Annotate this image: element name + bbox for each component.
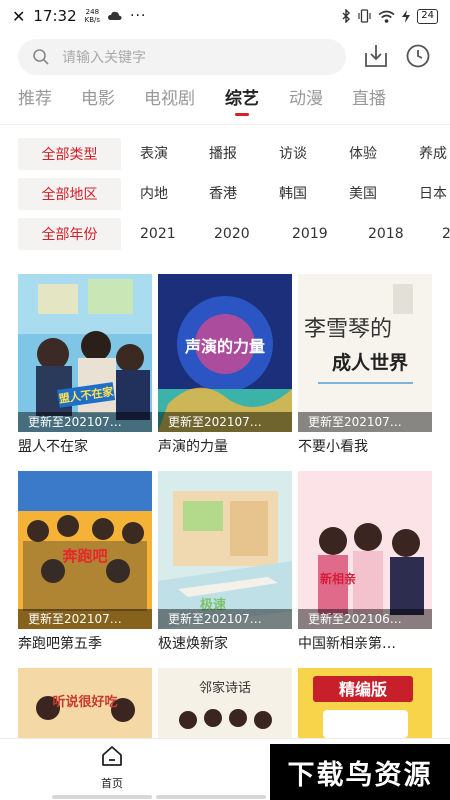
filter-option[interactable]: 韩国 xyxy=(279,178,307,210)
search-icon xyxy=(33,49,49,65)
divider xyxy=(0,124,450,125)
tab-variety[interactable]: 综艺 xyxy=(225,86,259,112)
update-status: 更新至202107… xyxy=(158,609,292,629)
filter-option[interactable]: 2020 xyxy=(214,218,250,250)
filter-option[interactable]: 日本 xyxy=(419,178,447,210)
close-icon[interactable]: ✕ xyxy=(12,7,25,26)
poster-title-line1: 李雪琴的 xyxy=(304,317,392,342)
update-status: 更新至202107… xyxy=(158,412,292,432)
wifi-icon xyxy=(378,10,395,23)
poster-image: 盟人不在家 更新至202107… xyxy=(18,274,152,432)
filter-option[interactable]: 2021 xyxy=(140,218,176,250)
scroll-indicator xyxy=(52,795,152,799)
update-status: 更新至202107… xyxy=(298,412,432,432)
poster-title-text: 新相亲 xyxy=(320,571,356,586)
filter-option[interactable]: 播报 xyxy=(209,138,237,170)
poster-image: 极速 更新至202107… xyxy=(158,471,292,629)
poster-image: 声演的力量 更新至202107… xyxy=(158,274,292,432)
poster-image: 精编版 xyxy=(298,668,432,738)
filter-option[interactable]: 访谈 xyxy=(279,138,307,170)
vibrate-icon xyxy=(358,9,371,23)
filter-row-year: 全部年份 2021 2020 2019 2018 2 xyxy=(0,218,450,250)
poster-image: 奔跑吧 更新至202107… xyxy=(18,471,152,629)
watermark-logo: 下载鸟资源 xyxy=(270,744,450,800)
tab-tv-series[interactable]: 电视剧 xyxy=(144,86,195,112)
download-icon[interactable] xyxy=(363,43,389,69)
filter-option[interactable]: 美国 xyxy=(349,178,377,210)
network-speed-unit: KB/s xyxy=(84,16,101,24)
status-time: 17:32 xyxy=(33,7,77,25)
filter-option[interactable]: 2019 xyxy=(292,218,328,250)
battery-indicator: 24 xyxy=(417,8,438,24)
search-placeholder: 请输入关键字 xyxy=(62,50,146,66)
status-bar: ✕ 17:32 248 KB/s ··· 24 xyxy=(0,0,450,32)
filter-all-types[interactable]: 全部类型 xyxy=(18,138,121,170)
filter-option[interactable]: 体验 xyxy=(349,138,377,170)
poster-image: 李雪琴的 成人世界 更新至202107… xyxy=(298,274,432,432)
update-status: 更新至202106… xyxy=(298,609,432,629)
bluetooth-icon xyxy=(342,9,351,23)
network-speed: 248 KB/s xyxy=(85,8,100,24)
filter-row-region: 全部地区 内地 香港 韩国 美国 日本 xyxy=(0,178,450,210)
tab-movie[interactable]: 电影 xyxy=(81,86,115,112)
poster-image: 听说很好吃 xyxy=(18,668,152,738)
filter-option[interactable]: 表演 xyxy=(140,138,168,170)
home-icon xyxy=(102,746,122,766)
scroll-indicator xyxy=(156,795,266,799)
category-tabs: 推荐 电影 电视剧 综艺 动漫 直播 xyxy=(0,86,450,122)
poster-title-text: 声演的力量 xyxy=(184,337,265,356)
network-speed-value: 248 xyxy=(85,8,100,16)
nav-home-label: 首页 xyxy=(101,777,123,790)
poster-title-text: 听说很好吃 xyxy=(52,694,117,710)
poster-title-text: 精编版 xyxy=(339,680,387,699)
filter-option[interactable]: 养成 xyxy=(419,138,447,170)
update-status: 更新至202107… xyxy=(18,609,152,629)
tab-recommend[interactable]: 推荐 xyxy=(18,86,52,112)
filter-option[interactable]: 2018 xyxy=(368,218,404,250)
filter-option[interactable]: 内地 xyxy=(140,178,168,210)
search-input[interactable]: 请输入关键字 xyxy=(18,39,346,75)
nav-home[interactable]: 首页 xyxy=(84,745,140,791)
more-notifications-icon: ··· xyxy=(130,8,147,24)
active-tab-indicator xyxy=(235,113,249,116)
filter-option[interactable]: 香港 xyxy=(209,178,237,210)
history-icon[interactable] xyxy=(405,43,431,69)
show-title: 中国新相亲第… xyxy=(298,636,396,652)
show-title: 盟人不在家 xyxy=(18,439,88,455)
cloud-icon xyxy=(108,11,122,20)
tab-anime[interactable]: 动漫 xyxy=(289,86,323,112)
filter-all-regions[interactable]: 全部地区 xyxy=(18,178,121,210)
poster-title-text: 邻家诗话 xyxy=(199,680,251,696)
poster-image: 新相亲 更新至202106… xyxy=(298,471,432,629)
poster-title-text: 奔跑吧 xyxy=(61,547,107,565)
search-row: 请输入关键字 xyxy=(0,38,450,76)
update-status: 更新至202107… xyxy=(18,412,152,432)
filter-option[interactable]: 2 xyxy=(442,218,450,250)
poster-title-line2: 成人世界 xyxy=(332,351,408,374)
tab-live[interactable]: 直播 xyxy=(352,86,386,112)
show-title: 声演的力量 xyxy=(158,439,228,455)
charging-icon xyxy=(402,9,411,23)
show-title: 奔跑吧第五季 xyxy=(18,636,102,652)
show-title: 不要小看我 xyxy=(298,439,368,455)
filter-row-type: 全部类型 表演 播报 访谈 体验 养成 xyxy=(0,138,450,170)
poster-image: 邻家诗话 xyxy=(158,668,292,738)
filter-all-years[interactable]: 全部年份 xyxy=(18,218,121,250)
show-title: 极速焕新家 xyxy=(158,636,228,652)
